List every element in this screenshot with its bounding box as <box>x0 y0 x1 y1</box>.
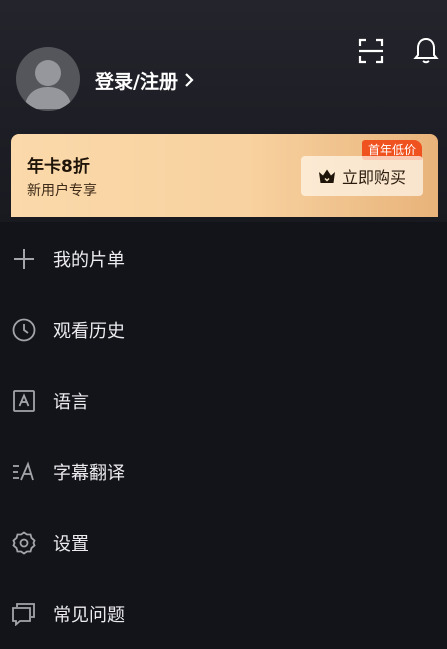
login-register-link[interactable]: 登录/注册 <box>95 66 194 94</box>
menu-item-label: 语言 <box>53 392 89 413</box>
buy-now-label: 立即购买 <box>341 168 406 187</box>
login-label: 登录/注册 <box>95 70 178 93</box>
menu-item-settings[interactable]: 设置 <box>0 513 447 573</box>
subtitle-translate-icon <box>13 461 34 481</box>
bell-icon[interactable] <box>413 36 439 64</box>
buy-now-button[interactable]: 立即购买 <box>301 156 423 196</box>
menu-item-faq[interactable]: 常见问题 <box>0 584 447 644</box>
vip-title: 年卡8折 <box>27 157 90 177</box>
menu-item-label: 我的片单 <box>53 250 125 271</box>
vip-promo-banner[interactable]: 年卡8折 新用户专享 首年低价 立即购买 <box>11 134 438 217</box>
crown-icon <box>318 169 335 183</box>
chat-bubbles-icon <box>12 603 35 626</box>
menu-item-subtitle-translation[interactable]: 字幕翻译 <box>0 442 447 502</box>
user-avatar-icon <box>24 60 72 109</box>
gear-icon <box>12 531 36 555</box>
plus-icon <box>14 249 34 269</box>
menu-item-label: 观看历史 <box>53 321 125 342</box>
menu-item-my-list[interactable]: 我的片单 <box>0 229 447 289</box>
avatar[interactable] <box>16 47 80 111</box>
side-drawer: 登录/注册 年卡8折 新用户专享 首年低价 立即购买 我的片单 观看历史 语言 … <box>0 0 447 649</box>
chevron-right-icon <box>185 73 194 87</box>
vip-subtitle: 新用户专享 <box>27 183 97 199</box>
profile-header: 登录/注册 年卡8折 新用户专享 首年低价 立即购买 <box>0 0 447 222</box>
menu-item-watch-history[interactable]: 观看历史 <box>0 300 447 360</box>
language-icon <box>13 390 35 412</box>
scan-icon[interactable] <box>358 38 384 64</box>
menu-item-label: 常见问题 <box>53 605 125 626</box>
clock-icon <box>12 318 36 342</box>
menu-item-language[interactable]: 语言 <box>0 371 447 431</box>
menu-item-label: 设置 <box>53 534 89 555</box>
menu-item-label: 字幕翻译 <box>53 463 125 484</box>
